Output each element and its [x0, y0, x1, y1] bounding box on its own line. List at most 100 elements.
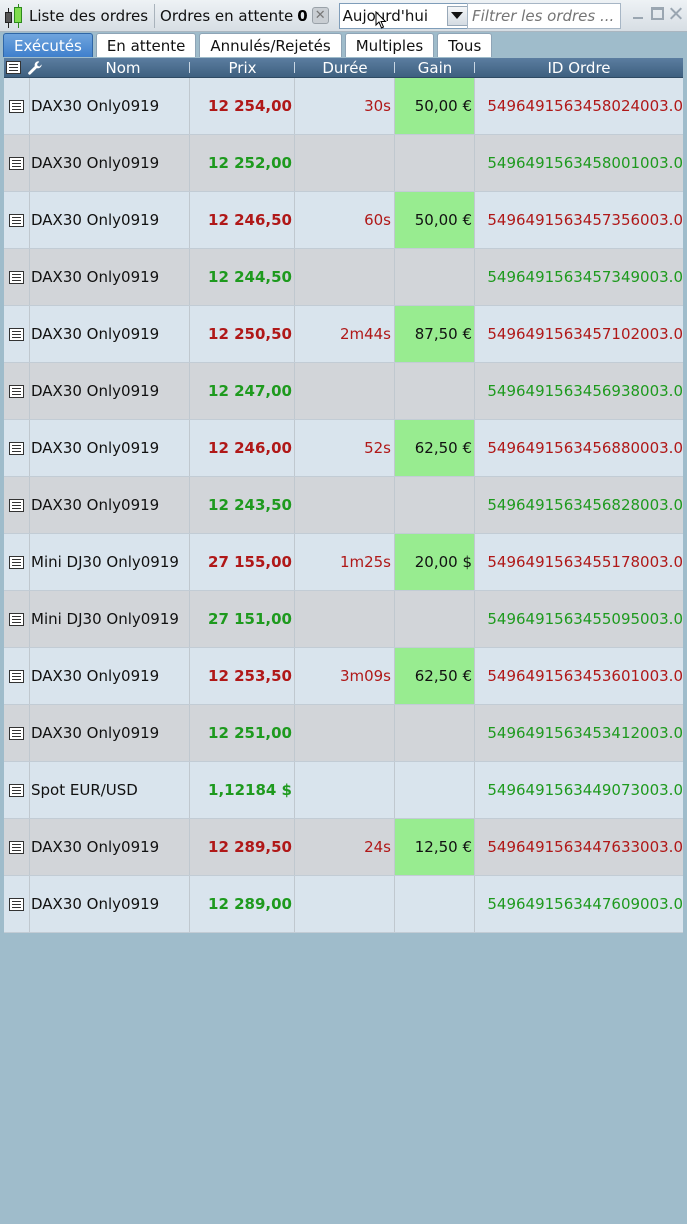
order-tabs: Exécutés En attente Annulés/Rejetés Mult…	[3, 33, 493, 57]
order-gain	[395, 591, 475, 647]
column-header-name[interactable]: Nom	[56, 58, 190, 77]
table-row[interactable]: DAX30 Only0919 12 247,00 54964915634569380…	[4, 363, 683, 420]
filter-orders-input[interactable]	[467, 3, 621, 29]
minimize-icon[interactable]	[632, 7, 645, 20]
instrument-name: DAX30 Only0919	[30, 819, 190, 875]
column-header-duration[interactable]: Durée	[295, 58, 395, 77]
document-icon[interactable]	[9, 897, 24, 911]
order-id: 5496491563457102003.0	[487, 325, 683, 343]
close-icon[interactable]	[670, 7, 683, 20]
row-document-cell[interactable]	[4, 249, 30, 305]
order-duration: 52s	[295, 420, 395, 476]
order-id: 5496491563453601003.0	[487, 667, 683, 685]
row-document-cell[interactable]	[4, 306, 30, 362]
document-icon[interactable]	[9, 612, 24, 626]
chevron-down-icon[interactable]	[446, 5, 468, 26]
order-duration: 2m44s	[295, 306, 395, 362]
document-icon[interactable]	[9, 783, 24, 797]
document-icon[interactable]	[9, 156, 24, 170]
table-row[interactable]: DAX30 Only0919 12 244,50 54964915634573490…	[4, 249, 683, 306]
row-document-cell[interactable]	[4, 534, 30, 590]
table-row[interactable]: DAX30 Only0919 12 243,50 54964915634568280…	[4, 477, 683, 534]
order-id: 5496491563456938003.0	[487, 382, 683, 400]
document-icon[interactable]	[9, 384, 24, 398]
order-price: 12 252,00	[190, 135, 295, 191]
order-gain	[395, 477, 475, 533]
document-icon[interactable]	[9, 840, 24, 854]
column-header-price[interactable]: Prix	[190, 58, 295, 77]
row-document-cell[interactable]	[4, 192, 30, 248]
table-row[interactable]: DAX30 Only0919 12 250,50 2m44s 87,50 € 54964…	[4, 306, 683, 363]
row-document-cell[interactable]	[4, 591, 30, 647]
document-icon[interactable]	[9, 213, 24, 227]
row-document-cell[interactable]	[4, 876, 30, 932]
table-row[interactable]: Spot EUR/USD 1,12184 $ 5496491563449073003…	[4, 762, 683, 819]
document-icon[interactable]	[9, 270, 24, 284]
clear-pending-icon[interactable]: ✕	[311, 7, 329, 24]
tab-tous[interactable]: Tous	[437, 33, 493, 57]
order-gain	[395, 876, 475, 932]
column-header-order-id[interactable]: ID Ordre	[475, 58, 683, 77]
row-document-cell[interactable]	[4, 705, 30, 761]
order-gain: 87,50 €	[395, 306, 475, 362]
order-gain: 50,00 €	[395, 78, 475, 134]
table-row[interactable]: DAX30 Only0919 12 289,00 54964915634476090…	[4, 876, 683, 933]
order-duration: 60s	[295, 192, 395, 248]
period-select[interactable]: Aujourd'hui	[338, 2, 471, 29]
document-icon[interactable]	[9, 669, 24, 683]
header-icons	[4, 58, 56, 77]
order-price: 27 151,00	[190, 591, 295, 647]
row-document-cell[interactable]	[4, 648, 30, 704]
order-duration	[295, 249, 395, 305]
column-header-gain[interactable]: Gain	[395, 58, 475, 77]
tab-multiples[interactable]: Multiples	[344, 33, 435, 57]
document-icon[interactable]	[9, 327, 24, 341]
window-controls	[632, 7, 683, 20]
row-document-cell[interactable]	[4, 819, 30, 875]
order-duration: 24s	[295, 819, 395, 875]
table-row[interactable]: DAX30 Only0919 12 251,00 54964915634534120…	[4, 705, 683, 762]
order-price: 12 254,00	[190, 78, 295, 134]
document-icon[interactable]	[9, 441, 24, 455]
row-document-cell[interactable]	[4, 477, 30, 533]
order-price: 12 251,00	[190, 705, 295, 761]
table-row[interactable]: DAX30 Only0919 12 246,50 60s 50,00 € 5496491…	[4, 192, 683, 249]
document-icon[interactable]	[9, 498, 24, 512]
order-gain: 20,00 $	[395, 534, 475, 590]
document-icon[interactable]	[9, 99, 24, 113]
table-row[interactable]: Mini DJ30 Only0919 27 151,00 5496491563455…	[4, 591, 683, 648]
tab-en-attente[interactable]: En attente	[95, 33, 197, 57]
row-document-cell[interactable]	[4, 78, 30, 134]
order-duration	[295, 591, 395, 647]
table-row[interactable]: Mini DJ30 Only0919 27 155,00 1m25s 20,00 $ 5…	[4, 534, 683, 591]
document-icon[interactable]	[6, 61, 21, 74]
document-icon[interactable]	[9, 726, 24, 740]
order-price: 12 244,50	[190, 249, 295, 305]
row-document-cell[interactable]	[4, 135, 30, 191]
instrument-name: DAX30 Only0919	[30, 192, 190, 248]
row-document-cell[interactable]	[4, 420, 30, 476]
row-document-cell[interactable]	[4, 762, 30, 818]
window-title: Liste des ordres	[29, 6, 149, 25]
order-gain	[395, 363, 475, 419]
table-row[interactable]: DAX30 Only0919 12 289,50 24s 12,50 € 5496491…	[4, 819, 683, 876]
instrument-name: Mini DJ30 Only0919	[30, 534, 190, 590]
order-id: 5496491563458024003.0	[487, 97, 683, 115]
order-price: 12 246,50	[190, 192, 295, 248]
table-row[interactable]: DAX30 Only0919 12 252,00 54964915634580010…	[4, 135, 683, 192]
row-document-cell[interactable]	[4, 363, 30, 419]
period-select-value: Aujourd'hui	[342, 6, 429, 25]
table-row[interactable]: DAX30 Only0919 12 253,50 3m09s 62,50 € 54964…	[4, 648, 683, 705]
tab-annules-rejetes[interactable]: Annulés/Rejetés	[199, 33, 342, 57]
table-row[interactable]: DAX30 Only0919 12 246,00 52s 62,50 € 5496491…	[4, 420, 683, 477]
tab-executes[interactable]: Exécutés	[3, 33, 93, 57]
order-id: 5496491563453412003.0	[487, 724, 683, 742]
order-price: 12 289,50	[190, 819, 295, 875]
instrument-name: DAX30 Only0919	[30, 705, 190, 761]
wrench-icon[interactable]	[27, 60, 43, 76]
pending-orders-count: 0	[297, 6, 308, 25]
maximize-icon[interactable]	[651, 7, 664, 20]
document-icon[interactable]	[9, 555, 24, 569]
table-row[interactable]: DAX30 Only0919 12 254,00 30s 50,00 € 5496491…	[4, 78, 683, 135]
candlestick-icon	[3, 3, 25, 29]
